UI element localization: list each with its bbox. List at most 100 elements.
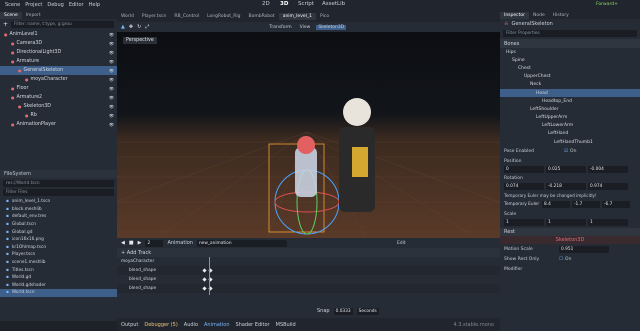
tab-import[interactable]: Import bbox=[22, 12, 45, 19]
menu-editor[interactable]: Editor bbox=[69, 2, 84, 8]
anim-track[interactable]: blend_shape bbox=[117, 284, 500, 293]
visibility-icon[interactable]: 👁 bbox=[109, 77, 114, 82]
filesystem-filter[interactable]: Filter Files bbox=[3, 189, 114, 196]
file-item[interactable]: ▪ kr1Ohlmap.tscn bbox=[0, 244, 117, 252]
visibility-icon[interactable]: 👁 bbox=[109, 41, 114, 46]
editor-tab[interactable]: anim_level_1 bbox=[278, 12, 316, 20]
tab-msbuild[interactable]: MSBuild bbox=[276, 322, 296, 328]
scene-node[interactable]: ● Armature 👁 bbox=[0, 57, 117, 66]
scale-y[interactable]: 1 bbox=[546, 219, 586, 227]
play-backwards-icon[interactable]: ◀ bbox=[121, 240, 125, 246]
file-item[interactable]: ▪ World.gd bbox=[0, 274, 117, 282]
bones-section[interactable]: Bones bbox=[504, 41, 519, 47]
visibility-icon[interactable]: 👁 bbox=[109, 50, 114, 55]
animation-select[interactable]: new_animation bbox=[196, 239, 287, 247]
editor-tab[interactable]: Player.tscn bbox=[138, 13, 170, 20]
bone-item[interactable]: Spine bbox=[500, 56, 640, 64]
viewport-3d[interactable]: Perspective bbox=[117, 32, 500, 238]
motion-scale-field[interactable]: 0.951 bbox=[559, 245, 609, 253]
menu-project[interactable]: Project bbox=[25, 2, 42, 8]
file-item[interactable]: ▪ Player.tscn bbox=[0, 251, 117, 259]
editor-tab[interactable]: LongRobot_Rig bbox=[203, 13, 244, 20]
file-item[interactable]: ▪ scene1.meshlib bbox=[0, 259, 117, 267]
anim-track[interactable]: blend_shape bbox=[117, 266, 500, 275]
skeleton-menu[interactable]: Skeleton3D bbox=[316, 24, 347, 30]
tab-scene[interactable]: Scene bbox=[0, 12, 22, 19]
anim-track[interactable]: blend_shape bbox=[117, 275, 500, 284]
workspace-script[interactable]: Script bbox=[298, 1, 314, 7]
euler-x[interactable]: 8.4 bbox=[542, 201, 570, 209]
move-icon[interactable]: ✥ bbox=[129, 24, 133, 30]
euler-y[interactable]: -1.7 bbox=[572, 201, 600, 209]
bone-item[interactable]: LeftHand bbox=[500, 130, 640, 138]
snap-unit-select[interactable]: Seconds bbox=[356, 307, 379, 315]
bone-item[interactable]: LeftLowerArm bbox=[500, 122, 640, 130]
menu-help[interactable]: Help bbox=[89, 2, 100, 8]
bone-item[interactable]: LeftHandThumb1 bbox=[500, 138, 640, 146]
visibility-icon[interactable]: 👁 bbox=[109, 32, 114, 37]
tab-output[interactable]: Output bbox=[121, 322, 138, 328]
show-rest-checkbox[interactable]: ☐ bbox=[559, 257, 563, 262]
editor-tab[interactable]: RB_Control bbox=[170, 13, 203, 20]
visibility-icon[interactable]: 👁 bbox=[109, 122, 114, 127]
visibility-icon[interactable]: 👁 bbox=[109, 95, 114, 100]
inspector-filter[interactable]: Filter Properties bbox=[503, 30, 637, 37]
visibility-icon[interactable]: 👁 bbox=[109, 68, 114, 73]
editor-tab[interactable]: World bbox=[117, 13, 138, 20]
pose-enabled-checkbox[interactable]: ☑ bbox=[564, 149, 568, 154]
scale-x[interactable]: 1 bbox=[504, 219, 544, 227]
tab-inspector[interactable]: Inspector bbox=[500, 12, 529, 19]
rot-z[interactable]: 0.974 bbox=[588, 183, 628, 191]
scale-z[interactable]: 1 bbox=[588, 219, 628, 227]
skeleton3d-section[interactable]: Skeleton3D bbox=[556, 237, 585, 243]
scene-node[interactable]: ● GeneralSkeleton 👁 bbox=[0, 66, 117, 75]
rotate-icon[interactable]: ↻ bbox=[137, 24, 141, 30]
bone-item[interactable]: Headtop_End bbox=[500, 97, 640, 105]
filesystem-path[interactable]: res://World.tscn bbox=[3, 180, 114, 187]
workspace-3d[interactable]: 3D bbox=[280, 1, 288, 7]
scale-icon[interactable]: ⤢ bbox=[145, 24, 149, 30]
scene-filter-input[interactable]: Filter: name, t:type, g:grou bbox=[11, 21, 114, 28]
editor-tab[interactable]: BombRobot bbox=[245, 13, 279, 20]
anim-track[interactable]: moyaCharacter bbox=[117, 257, 500, 266]
file-item[interactable]: ▪ Titles.tscn bbox=[0, 266, 117, 274]
menu-scene[interactable]: Scene bbox=[5, 2, 20, 8]
scene-node[interactable]: ● Rb 👁 bbox=[0, 111, 117, 120]
file-item[interactable]: ▪ Global.gd bbox=[0, 228, 117, 236]
inspected-node[interactable]: GeneralSkeleton bbox=[511, 21, 552, 27]
bone-item[interactable]: UpperChest bbox=[500, 73, 640, 81]
add-node-icon[interactable]: + bbox=[3, 21, 8, 28]
workspace-2d[interactable]: 2D bbox=[262, 1, 270, 7]
tab-history[interactable]: History bbox=[549, 12, 573, 19]
menu-debug[interactable]: Debug bbox=[47, 2, 63, 8]
scene-node[interactable]: ● AnimLevel1 👁 bbox=[0, 30, 117, 39]
scene-node[interactable]: ● Camera3D 👁 bbox=[0, 39, 117, 48]
scene-node[interactable]: ● Floor 👁 bbox=[0, 84, 117, 93]
workspace-assetlib[interactable]: AssetLib bbox=[322, 1, 345, 7]
transform-menu[interactable]: Transform bbox=[267, 25, 293, 30]
tab-node[interactable]: Node bbox=[529, 12, 549, 19]
modifier-label[interactable]: Modifier bbox=[500, 264, 640, 274]
bone-item[interactable]: LeftUpperArm bbox=[500, 114, 640, 122]
pos-z[interactable]: -0.004 bbox=[588, 166, 628, 174]
play-icon[interactable]: ▶ bbox=[138, 240, 142, 246]
editor-tab[interactable]: Pico bbox=[316, 13, 333, 20]
playhead[interactable] bbox=[209, 257, 210, 295]
bone-item[interactable]: Chest bbox=[500, 64, 640, 72]
file-item[interactable]: ▪ default_env.tres bbox=[0, 213, 117, 221]
view-menu[interactable]: View bbox=[298, 25, 313, 30]
file-item[interactable]: ▪ block.meshlib bbox=[0, 206, 117, 214]
select-icon[interactable]: ▲ bbox=[121, 24, 125, 30]
bone-item[interactable]: LeftShoulder bbox=[500, 105, 640, 113]
tab-debugger[interactable]: Debugger (5) bbox=[144, 322, 177, 328]
renderer-label[interactable]: Forward+ bbox=[596, 2, 618, 7]
stop-icon[interactable]: ■ bbox=[129, 240, 134, 246]
rot-y[interactable]: -0.218 bbox=[546, 183, 586, 191]
perspective-label[interactable]: Perspective bbox=[123, 37, 157, 44]
tab-audio[interactable]: Audio bbox=[184, 322, 198, 328]
edit-button[interactable]: Edit bbox=[395, 241, 408, 246]
scene-node[interactable]: ● moyaCharacter 👁 bbox=[0, 75, 117, 84]
file-item[interactable]: ▪ World.tscn bbox=[0, 289, 117, 297]
bone-item[interactable]: Hips bbox=[500, 48, 640, 56]
rot-x[interactable]: 0.074 bbox=[504, 183, 544, 191]
